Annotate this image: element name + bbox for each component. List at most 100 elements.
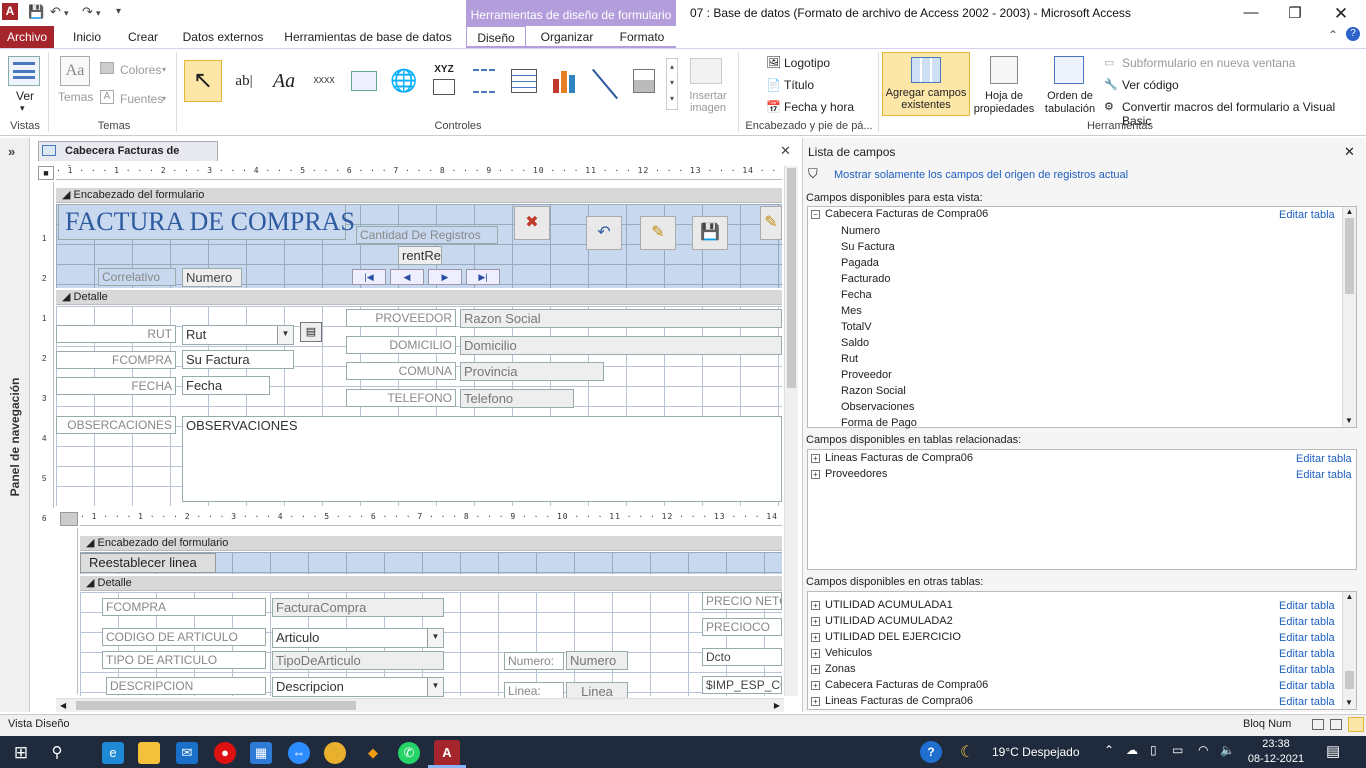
expand-icon[interactable]: + [811,696,820,706]
chevron-down-icon[interactable]: ▼ [427,629,443,647]
option-group-icon[interactable]: XYZ [426,62,462,98]
help-tray-icon[interactable]: ? [920,741,942,763]
first-record-icon[interactable]: |◀ [352,269,386,285]
expand-icon[interactable]: + [811,453,820,463]
descripcion-combo[interactable]: Descripcion ▼ [272,677,444,697]
other-table-item[interactable]: + UTILIDAD DEL EJERCICIO [811,631,961,643]
expand-icon[interactable]: + [811,632,820,642]
other-table-item[interactable]: + Vehiculos [811,647,872,659]
tab-inicio[interactable]: Inicio [62,26,112,48]
other-table-item[interactable]: + Lineas Facturas de Compra06 [811,695,973,707]
windows-start-icon[interactable]: ⊞ [10,742,32,764]
nav-pane-toggle[interactable]: » [8,144,15,159]
logo-icon[interactable]: 🖼 [766,55,781,69]
weather-text[interactable]: 19°C Despejado [992,745,1080,759]
rentre-field[interactable]: rentRe [398,246,442,265]
tipo-articulo-label[interactable]: TIPO DE ARTICULO [102,651,266,669]
orden-tabulacion-button[interactable]: Orden de tabulación [1040,90,1100,116]
factura-compra-field[interactable]: FacturaCompra [272,598,444,617]
chrome-icon[interactable] [324,742,346,764]
collapse-icon[interactable]: − [811,209,820,219]
tab-control-icon[interactable] [346,62,382,98]
file-explorer-icon[interactable] [138,742,160,764]
property-sheet-icon[interactable] [990,56,1018,84]
edit-table-link[interactable]: Editar tabla [1279,600,1335,612]
date-time-icon[interactable]: 📅 [766,100,781,114]
toggle-button-icon[interactable] [626,62,662,98]
field-item[interactable]: Fecha [841,289,872,301]
telefono-label[interactable]: TELEFONO [346,389,456,407]
codigo-articulo-label[interactable]: CODIGO DE ARTICULO [102,628,266,646]
doc-horizontal-scrollbar[interactable]: ◀ ▶ [56,698,784,712]
select-pointer-icon[interactable]: ↖ [184,60,222,102]
edit-table-link[interactable]: Editar tabla [1296,453,1352,465]
record-app-icon[interactable]: ● [214,742,236,764]
field-item[interactable]: Forma de Pago [841,417,917,429]
notifications-icon[interactable]: ▤ [1326,742,1340,760]
save-icon[interactable]: 💾 [28,4,44,20]
minimize-icon[interactable]: — [1236,4,1266,21]
domicilio-field[interactable]: Domicilio [460,336,782,355]
subform-section-detail[interactable]: ◢ Detalle [80,576,782,591]
expand-icon[interactable]: + [811,600,820,610]
sub-numero-field[interactable]: Numero [566,651,628,670]
temas-icon[interactable]: Aa [60,56,90,86]
field-item[interactable]: Rut [841,353,858,365]
expand-icon[interactable]: + [811,664,820,674]
edit-record-icon[interactable]: ✎ [640,216,676,250]
field-item[interactable]: Observaciones [841,401,914,413]
related-table-2[interactable]: + Proveedores [811,468,887,480]
hyperlink-control-icon[interactable]: 🌐 [386,62,422,98]
close-document-icon[interactable]: ✕ [780,143,791,159]
line-control-icon[interactable] [586,62,622,100]
field-item[interactable]: Facturado [841,273,891,285]
chevron-down-icon[interactable]: ▼ [277,326,293,344]
app-icon[interactable]: ◆ [362,742,384,764]
save-record-icon[interactable]: 💾 [692,216,728,250]
edit-table-link[interactable]: Editar tabla [1279,648,1335,660]
tab-archivo[interactable]: Archivo [0,26,54,48]
observaciones-field[interactable]: OBSERVACIONES [182,416,782,502]
field-item[interactable]: Pagada [841,257,879,269]
edit-table-link[interactable]: Editar tabla [1279,696,1335,708]
articulo-combo[interactable]: Articulo ▼ [272,628,444,648]
colores-button[interactable]: Colores [120,63,161,77]
next-record-icon[interactable]: ▶ [428,269,462,285]
field-item[interactable]: Saldo [841,337,869,349]
device-icon[interactable]: ▯ [1150,743,1157,757]
wifi-icon[interactable]: ◠ [1198,743,1208,757]
su-factura-field[interactable]: Su Factura [182,350,294,369]
document-tab[interactable]: Cabecera Facturas de Compra [38,141,218,176]
form-selector[interactable]: ■ [38,166,54,180]
button-control-icon[interactable]: XXXX [306,62,342,98]
tab-formato[interactable]: Formato [610,26,674,48]
ver-dropdown-icon[interactable]: ▾ [20,103,25,114]
fecha-field[interactable]: Fecha [182,376,270,395]
fecha-hora-button[interactable]: Fecha y hora [784,100,854,114]
prev-record-icon[interactable]: ◀ [390,269,424,285]
subformulario-button[interactable]: Subformulario en nueva ventana [1122,56,1295,70]
textbox-control-icon[interactable]: ab| [226,62,262,98]
other-table-item[interactable]: + UTILIDAD ACUMULADA2 [811,615,953,627]
mail-icon[interactable]: ✉ [176,742,198,764]
teamviewer-icon[interactable]: ⇔ [288,742,310,764]
edit-table-link[interactable]: Editar tabla [1279,632,1335,644]
dcto-field[interactable]: Dcto [702,648,782,666]
precio-co-label[interactable]: PRECIOCO [702,618,782,636]
reestablecer-linea-button[interactable]: Reestablecer linea [80,553,216,573]
show-only-link[interactable]: Mostrar solamente los campos del origen … [834,169,1128,181]
edit-table-link[interactable]: Editar tabla [1279,680,1335,692]
title-icon[interactable]: 📄 [766,78,781,92]
proveedor-label[interactable]: PROVEEDOR [346,309,456,327]
fuentes-button[interactable]: Fuentes [120,92,163,106]
subform-section-header[interactable]: ◢ Encabezado del formulario [80,536,782,551]
provincia-field[interactable]: Provincia [460,362,604,381]
delete-record-icon[interactable]: ✖ [514,206,550,240]
close-field-list-icon[interactable]: ✕ [1344,144,1355,160]
fcompra-label[interactable]: FCOMPRA [56,351,176,369]
field-item[interactable]: Numero [841,225,880,237]
redo-dropdown-icon[interactable]: ▾ [96,8,101,19]
sub-fcompra-label[interactable]: FCOMPRA [102,598,266,616]
design-view-icon[interactable] [1348,717,1364,732]
expand-icon[interactable]: + [811,469,820,479]
